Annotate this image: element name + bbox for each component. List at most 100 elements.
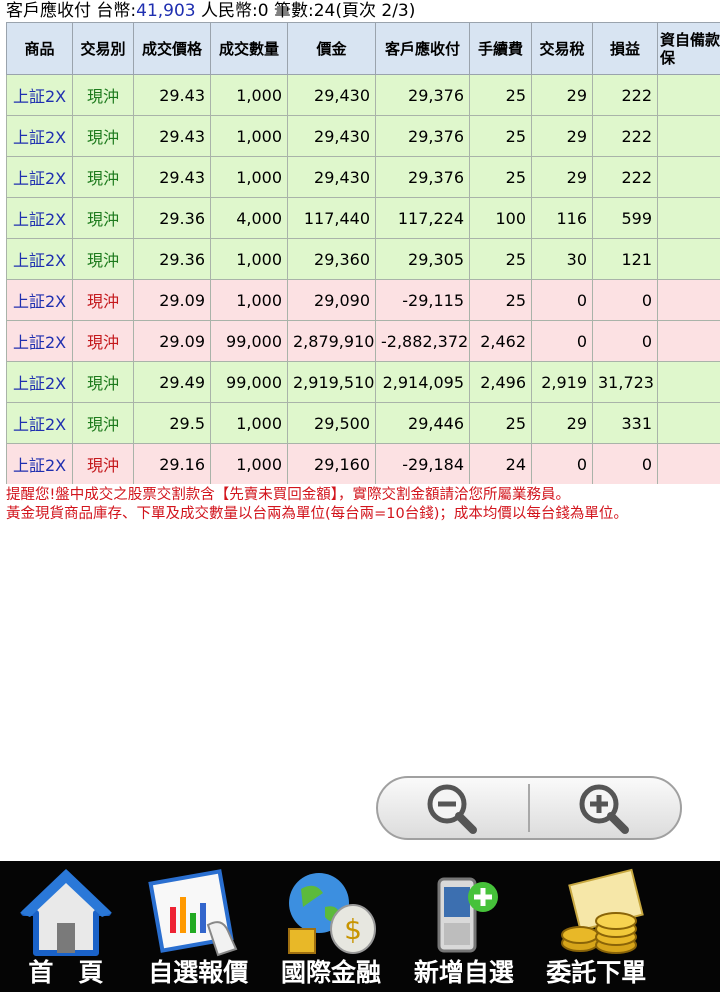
summary-twd-amount: 41,903 xyxy=(136,1,196,21)
cell-qty: 1,000 xyxy=(210,402,288,444)
nav-place-order-label: 委託下單 xyxy=(546,958,647,987)
cell-pnl: 222 xyxy=(592,156,658,198)
table-row[interactable]: 上証2X 現沖 29.36 4,000 117,440 117,224 100 116 599 xyxy=(6,197,720,239)
cell-deposit xyxy=(657,361,720,403)
cell-side: 現沖 xyxy=(72,156,134,198)
cell-deposit xyxy=(657,443,720,484)
header-side: 交易別 xyxy=(72,22,134,75)
table-row[interactable]: 上証2X 現沖 29.43 1,000 29,430 29,376 25 29 222 xyxy=(6,156,720,198)
cell-receivable: -29,184 xyxy=(375,443,470,484)
cell-fee: 25 xyxy=(469,402,532,444)
cell-amount: 29,090 xyxy=(287,279,376,321)
cell-side: 現沖 xyxy=(72,115,134,157)
cell-fee: 2,462 xyxy=(469,320,532,362)
cell-side: 現沖 xyxy=(72,74,134,116)
cell-receivable: 29,376 xyxy=(375,115,470,157)
cell-fee: 25 xyxy=(469,279,532,321)
cell-amount: 29,360 xyxy=(287,238,376,280)
cell-price: 29.09 xyxy=(133,279,211,321)
cell-qty: 1,000 xyxy=(210,443,288,484)
cell-product: 上証2X xyxy=(6,74,73,116)
header-receivable: 客戶應收付 xyxy=(375,22,470,75)
cell-pnl: 599 xyxy=(592,197,658,239)
cell-price: 29.36 xyxy=(133,197,211,239)
cell-receivable: -29,115 xyxy=(375,279,470,321)
nav-international-finance[interactable]: $ 國際金融 xyxy=(265,861,398,992)
table-row[interactable]: 上証2X 現沖 29.09 1,000 29,090 -29,115 25 0 0 xyxy=(6,279,720,321)
cell-product: 上証2X xyxy=(6,320,73,362)
cell-product: 上証2X xyxy=(6,238,73,280)
cell-deposit xyxy=(657,156,720,198)
table-row[interactable]: 上証2X 現沖 29.16 1,000 29,160 -29,184 24 0 0 xyxy=(6,443,720,484)
zoom-in-button[interactable] xyxy=(530,778,680,838)
summary-rmb: 人民幣:0 xyxy=(195,1,269,21)
cell-amount: 2,919,510 xyxy=(287,361,376,403)
header-product: 商品 xyxy=(6,22,73,75)
header-amount: 價金 xyxy=(287,22,376,75)
cell-fee: 25 xyxy=(469,156,532,198)
header-deposit: 資自備款/券擔保 xyxy=(657,22,720,75)
header-price: 成交價格 xyxy=(133,22,211,75)
nav-international-finance-label: 國際金融 xyxy=(281,958,382,987)
cell-product: 上証2X xyxy=(6,197,73,239)
table-header-row: 商品 交易別 成交價格 成交數量 價金 客戶應收付 手續費 交易稅 損益 資自備… xyxy=(6,22,720,75)
cell-fee: 25 xyxy=(469,238,532,280)
cell-tax: 116 xyxy=(531,197,593,239)
zoom-in-icon xyxy=(579,784,629,834)
table-row[interactable]: 上証2X 現沖 29.36 1,000 29,360 29,305 25 30 121 xyxy=(6,238,720,280)
nav-watchlist-quote[interactable]: 自選報價 xyxy=(132,861,265,992)
summary-page: (頁次 2/3) xyxy=(335,1,416,21)
cell-side: 現沖 xyxy=(72,320,134,362)
table-row[interactable]: 上証2X 現沖 29.43 1,000 29,430 29,376 25 29 222 xyxy=(6,115,720,157)
cell-deposit xyxy=(657,320,720,362)
cell-side: 現沖 xyxy=(72,197,134,239)
cell-deposit xyxy=(657,197,720,239)
cell-qty: 1,000 xyxy=(210,279,288,321)
nav-add-watchlist-label: 新增自選 xyxy=(413,958,514,987)
summary-prefix: 客戶應收付 台幣: xyxy=(6,1,137,21)
account-summary: 客戶應收付 台幣:41,903 人民幣:0 筆數:24(頁次 2/3) xyxy=(6,0,415,22)
cell-receivable: 117,224 xyxy=(375,197,470,239)
nav-add-watchlist[interactable]: 新增自選 xyxy=(397,861,530,992)
cell-tax: 0 xyxy=(531,320,593,362)
cell-deposit xyxy=(657,74,720,116)
cell-product: 上証2X xyxy=(6,156,73,198)
cell-fee: 100 xyxy=(469,197,532,239)
cell-pnl: 121 xyxy=(592,238,658,280)
table-row[interactable]: 上証2X 現沖 29.43 1,000 29,430 29,376 25 29 222 xyxy=(6,74,720,116)
cell-deposit xyxy=(657,279,720,321)
cell-amount: 29,430 xyxy=(287,115,376,157)
cell-receivable: 29,446 xyxy=(375,402,470,444)
table-row[interactable]: 上証2X 現沖 29.09 99,000 2,879,910 -2,882,372 2,46… xyxy=(6,320,720,362)
cell-qty: 1,000 xyxy=(210,156,288,198)
zoom-out-button[interactable] xyxy=(378,778,528,838)
zoom-out-icon xyxy=(427,784,477,834)
header-pnl: 損益 xyxy=(592,22,658,75)
cell-qty: 4,000 xyxy=(210,197,288,239)
cell-pnl: 222 xyxy=(592,74,658,116)
cell-amount: 29,160 xyxy=(287,443,376,484)
notice-line-settlement: 提醒您!盤中成交之股票交割款含【先賣未買回金額】，實際交割金額請洽您所屬業務員。 xyxy=(6,487,571,503)
cell-qty: 99,000 xyxy=(210,361,288,403)
cell-receivable: 29,376 xyxy=(375,156,470,198)
nav-home[interactable]: 首 頁 xyxy=(0,861,132,992)
cell-price: 29.43 xyxy=(133,115,211,157)
cell-side: 現沖 xyxy=(72,238,134,280)
cell-deposit xyxy=(657,238,720,280)
table-row[interactable]: 上証2X 現沖 29.5 1,000 29,500 29,446 25 29 331 xyxy=(6,402,720,444)
cell-receivable: 29,376 xyxy=(375,74,470,116)
svg-text:$: $ xyxy=(344,913,362,946)
cell-price: 29.16 xyxy=(133,443,211,484)
cell-receivable: 2,914,095 xyxy=(375,361,470,403)
quote-chart-icon xyxy=(148,869,238,957)
cell-pnl: 222 xyxy=(592,115,658,157)
cell-tax: 0 xyxy=(531,279,593,321)
cell-amount: 2,879,910 xyxy=(287,320,376,362)
nav-place-order[interactable]: 委託下單 xyxy=(530,861,720,992)
cell-product: 上証2X xyxy=(6,443,73,484)
cell-qty: 1,000 xyxy=(210,238,288,280)
gold-coins-icon xyxy=(561,868,645,954)
table-row[interactable]: 上証2X 現沖 29.49 99,000 2,919,510 2,914,095 2,496… xyxy=(6,361,720,403)
bottom-navigation: 首 頁 自選報價 $ 國際金融 新增自選 委託下單 xyxy=(0,861,720,992)
trades-table-container[interactable]: 商品 交易別 成交價格 成交數量 價金 客戶應收付 手續費 交易稅 損益 資自備… xyxy=(6,22,720,484)
